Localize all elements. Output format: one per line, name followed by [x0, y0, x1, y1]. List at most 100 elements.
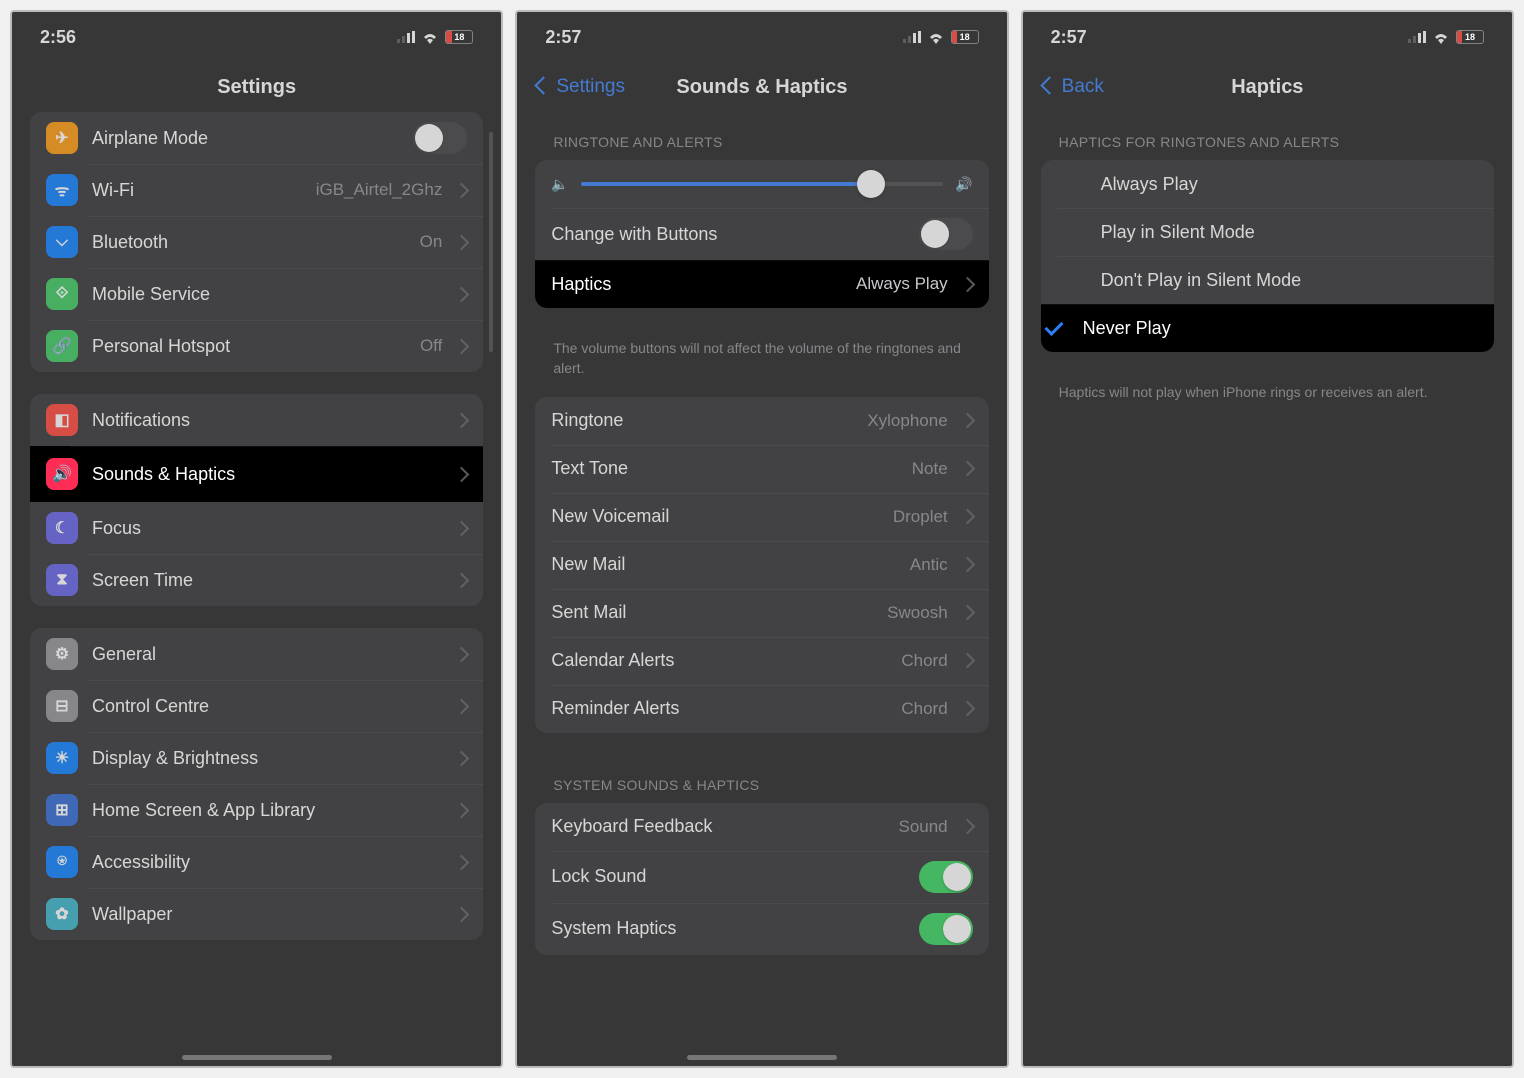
- settings-row[interactable]: Reminder AlertsChord: [535, 685, 988, 733]
- screen-sounds-haptics: 2:57 18 Settings Sounds & Haptics Ringto…: [515, 10, 1008, 1068]
- row-label: Reminder Alerts: [551, 698, 887, 719]
- sounds-content[interactable]: Ringtone and Alerts 🔈 🔊 Change with Butt…: [517, 112, 1006, 1066]
- row-label: Change with Buttons: [551, 224, 904, 245]
- settings-row[interactable]: RingtoneXylophone: [535, 397, 988, 445]
- section-ringtone-header: Ringtone and Alerts: [535, 112, 988, 160]
- bell-icon: ◧: [46, 404, 78, 436]
- settings-group-connectivity: ✈Airplane ModeᯤWi-FiiGB_Airtel_2Ghz ⌵ Blue…: [30, 112, 483, 372]
- status-time: 2:57: [545, 27, 581, 48]
- settings-row[interactable]: ✈Airplane Mode: [30, 112, 483, 164]
- settings-row[interactable]: ⊟Control Centre: [30, 680, 483, 732]
- wifi-icon: [1432, 31, 1450, 44]
- toggle[interactable]: [413, 122, 467, 154]
- row-label: Wi-Fi: [92, 180, 302, 201]
- settings-row[interactable]: New VoicemailDroplet: [535, 493, 988, 541]
- settings-row[interactable]: ◧Notifications: [30, 394, 483, 446]
- cellular-icon: [397, 31, 415, 43]
- haptics-row[interactable]: Haptics Always Play: [535, 260, 988, 308]
- volume-slider-row: 🔈 🔊: [535, 160, 988, 208]
- option-label: Don't Play in Silent Mode: [1101, 270, 1478, 291]
- chevron-right-icon: [962, 458, 973, 479]
- row-label: Screen Time: [92, 570, 442, 591]
- settings-row[interactable]: 🔗Personal HotspotOff: [30, 320, 483, 372]
- chevron-right-icon: [962, 274, 973, 295]
- settings-row[interactable]: Text Tone Note: [535, 445, 988, 493]
- settings-row[interactable]: ⧗Screen Time: [30, 554, 483, 606]
- chevron-right-icon: [456, 518, 467, 539]
- page-title: Settings: [217, 76, 296, 99]
- home-indicator[interactable]: [182, 1055, 332, 1060]
- status-bar: 2:57 18: [517, 12, 1006, 62]
- settings-content[interactable]: ✈Airplane ModeᯤWi-FiiGB_Airtel_2Ghz ⌵ Blue…: [12, 112, 501, 1066]
- moon-icon: ☾: [46, 512, 78, 544]
- sun-icon: ☀: [46, 742, 78, 774]
- settings-row[interactable]: ⌵BluetoothOn: [30, 216, 483, 268]
- settings-row[interactable]: ☀Display & Brightness: [30, 732, 483, 784]
- haptics-footer-text: Haptics will not play when iPhone rings …: [1041, 374, 1494, 420]
- home-indicator[interactable]: [687, 1055, 837, 1060]
- chevron-right-icon: [456, 748, 467, 769]
- status-bar: 2:56 18: [12, 12, 501, 62]
- settings-row[interactable]: Sent MailSwoosh: [535, 589, 988, 637]
- row-value: Note: [912, 459, 948, 479]
- chevron-right-icon: [962, 602, 973, 623]
- chevron-right-icon: [456, 464, 467, 485]
- row-value: Xylophone: [867, 411, 947, 431]
- back-button[interactable]: Settings: [537, 76, 625, 98]
- settings-row[interactable]: Calendar AlertsChord: [535, 637, 988, 685]
- row-label: General: [92, 644, 442, 665]
- row-label: Text Tone: [551, 458, 897, 479]
- grid-icon: ⊞: [46, 794, 78, 826]
- settings-row[interactable]: ⟐Mobile Service: [30, 268, 483, 320]
- scrollbar[interactable]: [489, 132, 493, 352]
- volume-slider[interactable]: [581, 182, 943, 186]
- lock-sound-row[interactable]: Lock Sound: [535, 851, 988, 903]
- change-with-buttons-toggle[interactable]: [919, 218, 973, 250]
- gear-icon: ⚙: [46, 638, 78, 670]
- row-label: Mobile Service: [92, 284, 442, 305]
- row-label: Airplane Mode: [92, 128, 399, 149]
- row-label: Control Centre: [92, 696, 442, 717]
- haptics-option[interactable]: Don't Play in Silent Mode: [1041, 256, 1494, 304]
- settings-row[interactable]: ✿Wallpaper: [30, 888, 483, 940]
- chevron-right-icon: [962, 410, 973, 431]
- bluetooth-icon: ⌵: [46, 226, 78, 258]
- settings-group-general: ⚙ General ⊟Control Centre☀Display & Bright…: [30, 628, 483, 940]
- haptics-option[interactable]: Play in Silent Mode: [1041, 208, 1494, 256]
- settings-row[interactable]: ⚙ General: [30, 628, 483, 680]
- slider-thumb[interactable]: [857, 170, 885, 198]
- row-label: Home Screen & App Library: [92, 800, 442, 821]
- speaker-icon: 🔊: [46, 458, 78, 490]
- haptics-content[interactable]: Haptics for Ringtones and Alerts Always …: [1023, 112, 1512, 1066]
- status-right: 18: [903, 30, 979, 44]
- status-right: 18: [1408, 30, 1484, 44]
- settings-group-notifications: ◧Notifications🔊Sounds & Haptics☾Focus⧗Sc…: [30, 394, 483, 606]
- row-value: Swoosh: [887, 603, 947, 623]
- haptics-option[interactable]: Never Play: [1041, 304, 1494, 352]
- settings-row[interactable]: ᯤWi-FiiGB_Airtel_2Ghz: [30, 164, 483, 216]
- section-system-header: System Sounds & Haptics: [535, 755, 988, 803]
- row-value: Off: [420, 336, 442, 356]
- settings-row[interactable]: ☾Focus: [30, 502, 483, 554]
- chevron-right-icon: [962, 506, 973, 527]
- settings-row[interactable]: New MailAntic: [535, 541, 988, 589]
- keyboard-feedback-row[interactable]: Keyboard Feedback Sound: [535, 803, 988, 851]
- settings-row[interactable]: ⍟Accessibility: [30, 836, 483, 888]
- settings-row[interactable]: ⊞ Home Screen & App Library: [30, 784, 483, 836]
- system-haptics-row[interactable]: System Haptics: [535, 903, 988, 955]
- status-time: 2:57: [1051, 27, 1087, 48]
- status-bar: 2:57 18: [1023, 12, 1512, 62]
- row-value: Sound: [898, 817, 947, 837]
- row-label: New Mail: [551, 554, 896, 575]
- system-haptics-toggle[interactable]: [919, 913, 973, 945]
- lock-sound-toggle[interactable]: [919, 861, 973, 893]
- haptics-option[interactable]: Always Play: [1041, 160, 1494, 208]
- row-label: Bluetooth: [92, 232, 406, 253]
- settings-row[interactable]: 🔊Sounds & Haptics: [30, 446, 483, 502]
- row-label: New Voicemail: [551, 506, 879, 527]
- row-label: Keyboard Feedback: [551, 816, 884, 837]
- back-button[interactable]: Back: [1043, 76, 1104, 98]
- check-icon: [1043, 322, 1065, 335]
- change-with-buttons-row[interactable]: Change with Buttons: [535, 208, 988, 260]
- option-label: Never Play: [1083, 318, 1478, 339]
